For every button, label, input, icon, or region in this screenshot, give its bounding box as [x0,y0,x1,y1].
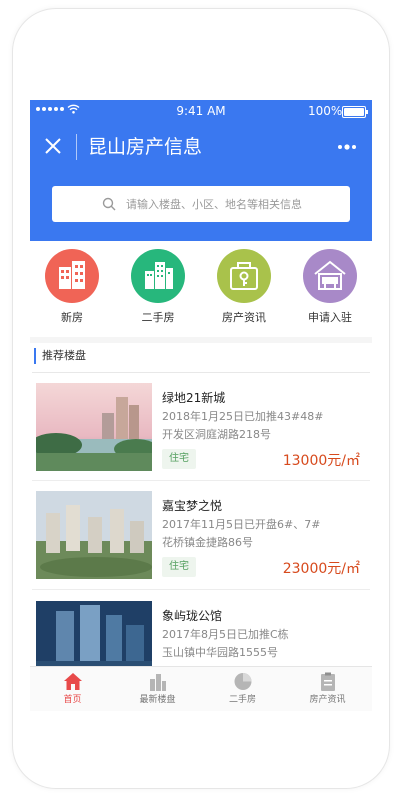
house-sign-icon [303,249,357,303]
nav-divider [76,134,77,160]
category-label: 二手房 [141,311,175,324]
home-icon [63,673,82,690]
category-second-hand[interactable]: 二手房 [118,249,198,331]
tab-label: 房产资讯 [309,695,346,705]
category-label: 申请入驻 [308,311,352,324]
category-news[interactable]: 房产资讯 [204,249,284,331]
listing-price: 13000元/㎡ [282,453,360,469]
category-label: 房产资讯 [222,311,266,324]
listing-info: 嘉宝梦之悦 2017年11月5日已开盘6#、7# 花桥镇金捷路86号 住宅 23… [162,491,368,579]
close-icon[interactable] [44,137,62,155]
listing-name: 绿地21新城 [162,391,226,405]
category-row: 新房 二手房 房产资讯 申请入驻 [30,241,372,337]
battery-icon [342,106,368,118]
search-input[interactable] [126,186,338,222]
listing-date: 2018年1月25日已加推43#48# [162,410,324,423]
building-icon [45,249,99,303]
category-label: 新房 [61,311,83,324]
tab-news[interactable]: 房产资讯 [285,667,370,711]
listing-info: 绿地21新城 2018年1月25日已加推43#48# 开发区洞庭湖路218号 住… [162,383,368,471]
tab-home[interactable]: 首页 [30,667,115,711]
tab-label: 最新楼盘 [139,695,176,705]
listing-price: 23000元/㎡ [282,561,360,577]
city-icon [131,249,185,303]
header: 9:41 AM 100% 昆山房产信息 [30,100,372,241]
listing-photo [36,491,152,579]
buildings-icon [149,674,166,691]
listing-address: 花桥镇金捷路86号 [162,536,253,549]
battery-percent: 100% [308,104,343,118]
status-bar: 9:41 AM 100% [30,100,372,122]
pie-icon [234,673,251,690]
listing-photo [36,383,152,471]
category-apply[interactable]: 申请入驻 [290,249,370,331]
app-screen: 9:41 AM 100% 昆山房产信息 新房 二手房 [30,100,372,711]
listing-item[interactable]: 绿地21新城 2018年1月25日已加推43#48# 开发区洞庭湖路218号 住… [30,383,372,483]
listing-date: 2017年11月5日已开盘6#、7# [162,518,321,531]
section-separator [30,337,372,343]
listing-date: 2017年8月5日已加推C栋 [162,628,289,641]
tab-second-hand[interactable]: 二手房 [200,667,285,711]
listing-name: 嘉宝梦之悦 [162,499,223,513]
category-new-house[interactable]: 新房 [32,249,112,331]
listing-address: 开发区洞庭湖路218号 [162,428,271,441]
navbar: 昆山房产信息 [30,122,372,172]
listing-tag: 住宅 [162,449,196,469]
section-divider [32,372,370,373]
tab-latest[interactable]: 最新楼盘 [115,667,200,711]
item-divider [32,480,370,481]
item-divider [32,589,370,590]
tab-label: 二手房 [228,695,256,705]
listing-tag: 住宅 [162,557,196,577]
listing-item[interactable]: 嘉宝梦之悦 2017年11月5日已开盘6#、7# 花桥镇金捷路86号 住宅 23… [30,491,372,591]
clipboard-icon [320,672,335,691]
listing-name: 象屿珑公馆 [162,609,223,623]
house-key-icon [217,249,271,303]
search-box[interactable] [52,186,350,222]
tab-label: 首页 [63,695,82,705]
more-icon[interactable] [336,142,360,152]
page-title: 昆山房产信息 [88,136,203,158]
section-title: 推荐楼盘 [34,348,86,364]
tab-bar: 首页 最新楼盘 二手房 房产资讯 [30,666,372,711]
search-icon [102,197,116,211]
listing-address: 玉山镇中华园路1555号 [162,646,278,659]
